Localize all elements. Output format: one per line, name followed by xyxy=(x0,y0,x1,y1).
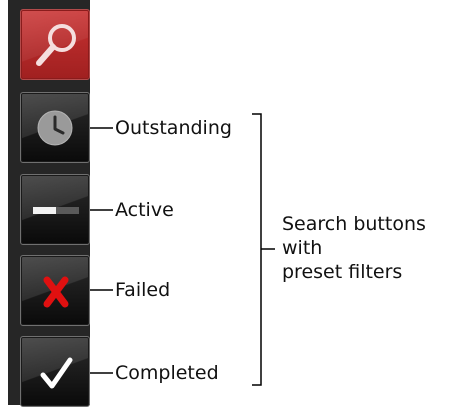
failed-label: Failed xyxy=(115,279,171,301)
outstanding-label: Outstanding xyxy=(115,117,232,139)
annotation-lines xyxy=(90,113,275,386)
completed-label: Completed xyxy=(115,362,219,384)
callout-line-2: with xyxy=(282,237,323,259)
callout-line-1: Search buttons xyxy=(282,213,426,235)
callout-line-3: preset filters xyxy=(282,261,403,283)
search-buttons-callout: Search buttons with preset filters xyxy=(282,212,426,284)
active-label: Active xyxy=(115,199,174,221)
